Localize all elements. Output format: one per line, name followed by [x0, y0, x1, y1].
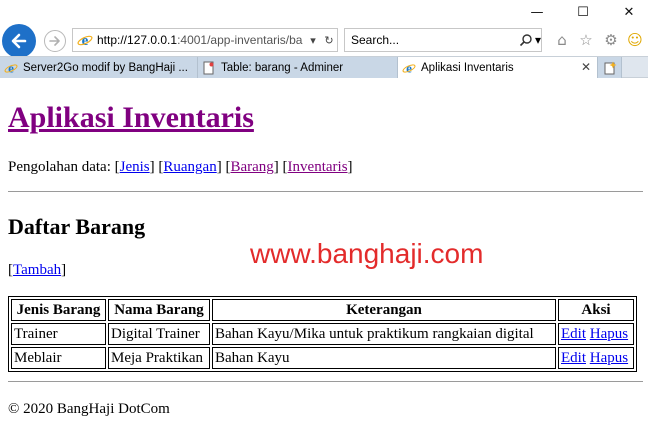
- section-title: Daftar Barang: [8, 214, 146, 239]
- data-menu: Pengolahan data: [Jenis] [Ruangan] [Bara…: [8, 159, 353, 175]
- minimize-button[interactable]: —: [514, 0, 560, 24]
- table-header-row: Jenis Barang Nama Barang Keterangan Aksi: [11, 299, 634, 321]
- menu-prefix: Pengolahan data:: [8, 159, 111, 175]
- add-link-row: [Tambah]: [8, 262, 67, 278]
- cell-jenis: Meblair: [11, 347, 106, 369]
- column-header-jenis: Jenis Barang: [11, 299, 106, 321]
- refresh-icon[interactable]: ↻: [321, 34, 337, 47]
- edit-link[interactable]: Edit: [561, 350, 586, 366]
- smiley-feedback-icon[interactable]: ☺: [625, 30, 645, 50]
- menu-link-jenis[interactable]: Jenis: [120, 159, 150, 175]
- add-item-link[interactable]: Tambah: [13, 262, 61, 278]
- menu-link-barang[interactable]: Barang: [230, 159, 273, 175]
- cell-nama: Digital Trainer: [108, 323, 210, 345]
- table-row: Meblair Meja Praktikan Bahan Kayu Edit H…: [11, 347, 634, 369]
- tab-bar: e Server2Go modif by BangHaji ... Table:…: [0, 56, 648, 78]
- magnifier-icon[interactable]: [519, 33, 533, 47]
- search-dropdown-icon[interactable]: ▾: [535, 33, 541, 47]
- back-button[interactable]: [2, 24, 36, 58]
- maximize-button[interactable]: ☐: [560, 0, 606, 24]
- adminer-page-icon: [203, 61, 214, 74]
- tab-label: Server2Go modif by BangHaji ...: [23, 61, 188, 74]
- cell-aksi: Edit Hapus: [558, 347, 634, 369]
- tab-label: Table: barang - Adminer: [221, 61, 344, 74]
- hapus-link[interactable]: Hapus: [590, 350, 628, 366]
- favorites-star-icon[interactable]: ☆: [576, 30, 596, 50]
- navigation-bar: e http://127.0.0.1:4001/app-inventaris/b…: [0, 24, 648, 58]
- new-tab-icon: [604, 61, 617, 74]
- close-tab-icon[interactable]: ✕: [581, 60, 591, 74]
- browser-chrome: — ☐ ✕ e http://127.0.0.1:4001/app-invent…: [0, 0, 648, 78]
- tab-server2go[interactable]: e Server2Go modif by BangHaji ...: [0, 57, 198, 78]
- home-icon[interactable]: ⌂: [552, 30, 572, 50]
- arrow-left-icon: [11, 33, 27, 49]
- close-window-button[interactable]: ✕: [606, 0, 648, 24]
- url-text[interactable]: http://127.0.0.1:4001/app-inventaris/ba: [97, 33, 305, 47]
- table-row: Trainer Digital Trainer Bahan Kayu/Mika …: [11, 323, 634, 345]
- svg-text:e: e: [82, 33, 89, 48]
- footer-copyright: © 2020 BangHaji DotCom: [8, 401, 170, 417]
- ie-logo-icon: e: [77, 33, 93, 48]
- cell-nama: Meja Praktikan: [108, 347, 210, 369]
- divider: [8, 191, 643, 192]
- search-input[interactable]: [345, 32, 519, 48]
- hapus-link[interactable]: Hapus: [590, 326, 628, 342]
- cell-keterangan: Bahan Kayu/Mika untuk praktikum rangkaia…: [212, 323, 556, 345]
- settings-gear-icon[interactable]: ⚙: [601, 30, 621, 50]
- tab-aplikasi-inventaris[interactable]: e Aplikasi Inventaris ✕: [398, 57, 598, 78]
- watermark-text: www.banghaji.com: [250, 238, 484, 269]
- cell-keterangan: Bahan Kayu: [212, 347, 556, 369]
- page-content: Aplikasi Inventaris Pengolahan data: [Je…: [0, 78, 648, 437]
- forward-button[interactable]: [44, 30, 66, 52]
- title-bar: — ☐ ✕: [0, 0, 648, 24]
- tab-adminer[interactable]: Table: barang - Adminer: [198, 57, 398, 78]
- search-box[interactable]: ▾: [344, 28, 542, 52]
- new-tab-button[interactable]: [598, 57, 622, 78]
- column-header-keterangan: Keterangan: [212, 299, 556, 321]
- address-bar[interactable]: e http://127.0.0.1:4001/app-inventaris/b…: [72, 28, 338, 52]
- items-table: Jenis Barang Nama Barang Keterangan Aksi…: [8, 296, 637, 372]
- title-link[interactable]: Aplikasi Inventaris: [8, 101, 254, 134]
- svg-text:e: e: [406, 61, 412, 75]
- page-title: Aplikasi Inventaris: [8, 100, 254, 136]
- tab-label: Aplikasi Inventaris: [421, 61, 514, 74]
- menu-link-inventaris[interactable]: Inventaris: [288, 159, 348, 175]
- edit-link[interactable]: Edit: [561, 326, 586, 342]
- column-header-nama: Nama Barang: [108, 299, 210, 321]
- cell-jenis: Trainer: [11, 323, 106, 345]
- arrow-right-icon: [49, 36, 60, 46]
- ie-page-icon: e: [4, 61, 18, 75]
- menu-link-ruangan[interactable]: Ruangan: [163, 159, 216, 175]
- divider: [8, 381, 643, 382]
- cell-aksi: Edit Hapus: [558, 323, 634, 345]
- dropdown-arrow-icon[interactable]: ▾: [305, 34, 321, 47]
- svg-text:e: e: [8, 61, 14, 75]
- column-header-aksi: Aksi: [558, 299, 634, 321]
- ie-page-icon: e: [402, 61, 416, 75]
